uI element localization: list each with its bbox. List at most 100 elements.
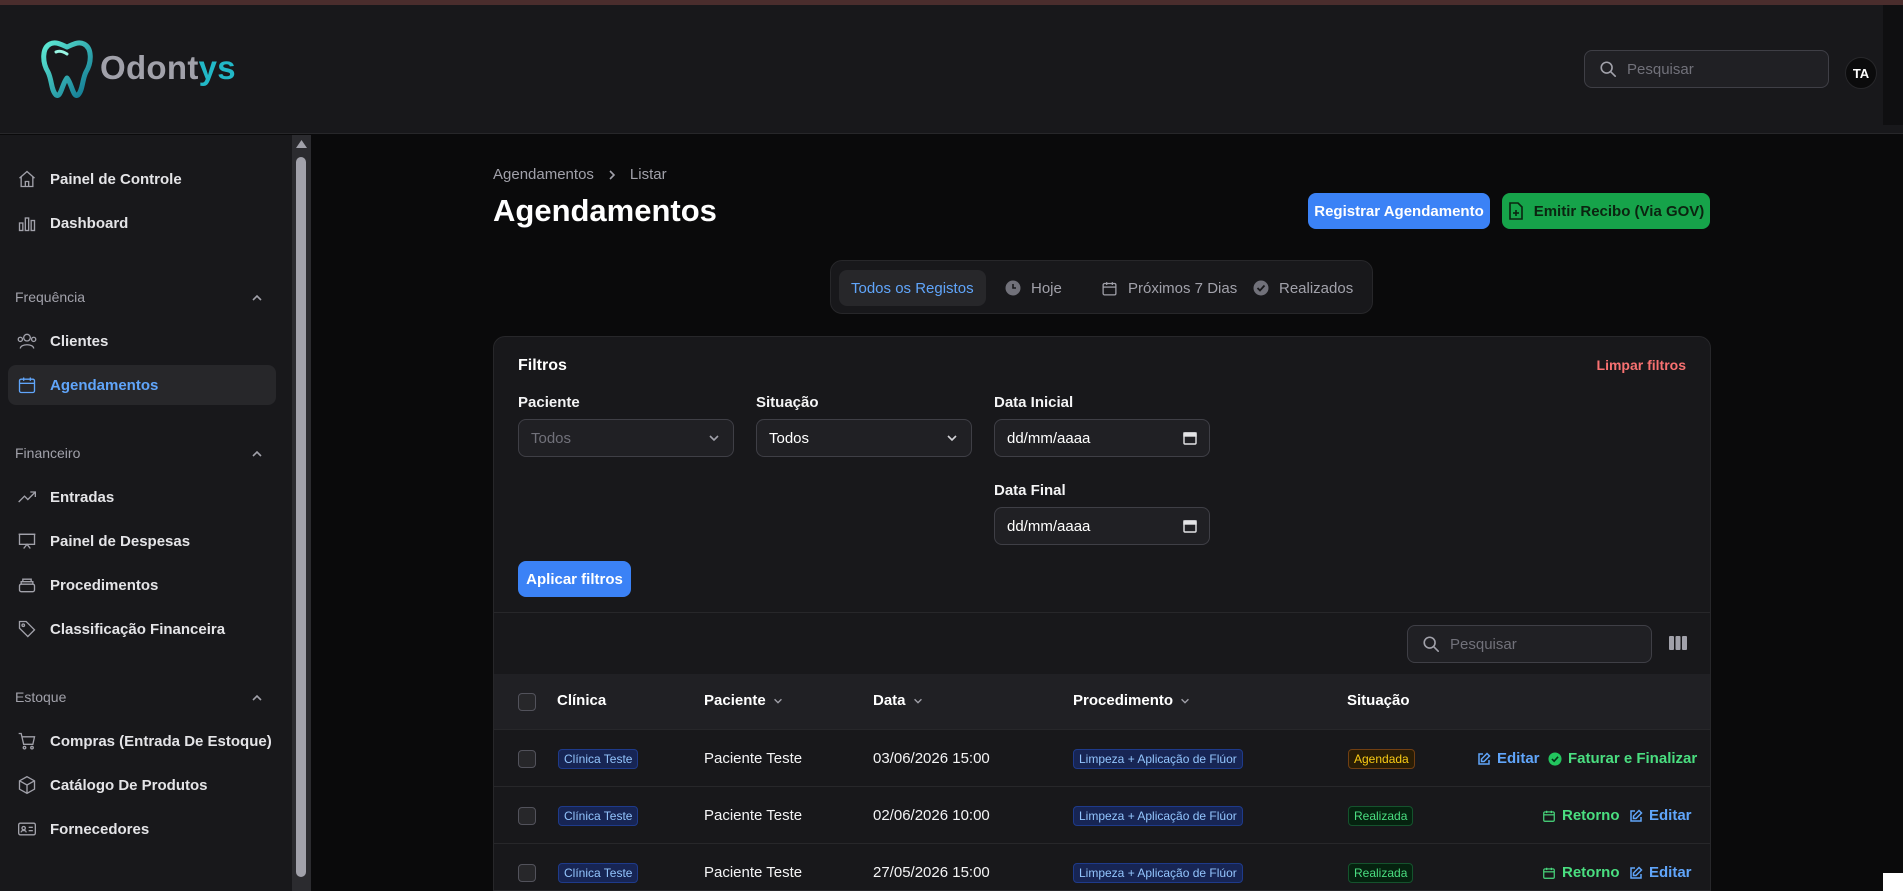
clinic-badge: Clínica Teste (558, 806, 639, 826)
appointments-card: Filtros Limpar filtros Paciente Todos Si… (493, 336, 1711, 891)
patient-cell: Paciente Teste (704, 807, 803, 824)
sidebar-item-fornecedores[interactable]: Fornecedores (8, 809, 276, 849)
tab-realizados[interactable]: Realizados (1241, 270, 1365, 306)
status-badge: Agendada (1348, 749, 1415, 769)
tab-proximos-7-dias[interactable]: Próximos 7 Dias (1089, 270, 1249, 306)
apply-filters-button[interactable]: Aplicar filtros (518, 561, 631, 597)
chevron-up-icon[interactable] (250, 447, 264, 461)
start-date-input[interactable]: dd/mm/aaaa (994, 419, 1210, 457)
top-bar: Odontys TA (0, 5, 1903, 134)
divider (494, 612, 1710, 613)
table-search-input[interactable] (1450, 635, 1630, 653)
file-plus-icon (1508, 202, 1524, 220)
column-situacao: Situação (1347, 692, 1410, 709)
clock-icon (1005, 280, 1021, 296)
sidebar-scrollbar[interactable] (292, 135, 311, 891)
return-action[interactable]: Retorno (1542, 807, 1620, 824)
status-badge: Realizada (1348, 806, 1414, 826)
table-header: Clínica Paciente Data Procedimento Situa… (494, 674, 1710, 730)
cart-icon (16, 730, 38, 752)
chevron-up-icon[interactable] (250, 691, 264, 705)
search-icon (1599, 60, 1617, 78)
clear-filters-link[interactable]: Limpar filtros (1597, 357, 1686, 373)
row-checkbox[interactable] (518, 807, 536, 825)
status-filter-label: Situação (756, 394, 819, 411)
sidebar-item-clientes[interactable]: Clientes (8, 321, 276, 361)
nav-group-estoque[interactable]: Estoque (15, 689, 66, 705)
sidebar-item-agendamentos[interactable]: Agendamentos (8, 365, 276, 405)
cube-icon (16, 774, 38, 796)
presentation-icon (16, 530, 38, 552)
patient-cell: Paciente Teste (704, 750, 803, 767)
table-row[interactable]: Clínica Teste Paciente Teste 27/05/2026 … (494, 844, 1710, 890)
column-data[interactable]: Data (873, 692, 924, 709)
sidebar-item-painel-de-controle[interactable]: Painel de Controle (8, 159, 276, 199)
emit-receipt-button[interactable]: Emitir Recibo (Via GOV) (1502, 193, 1710, 229)
date-cell: 27/05/2026 15:00 (873, 864, 990, 881)
columns-toggle-icon[interactable] (1668, 634, 1688, 652)
nav-group-financeiro[interactable]: Financeiro (15, 445, 80, 461)
calendar-icon (1542, 866, 1562, 880)
stack-icon (16, 574, 38, 596)
sidebar-item-compras[interactable]: Compras (Entrada De Estoque) (8, 721, 276, 761)
home-icon (16, 168, 38, 190)
end-date-input[interactable]: dd/mm/aaaa (994, 507, 1210, 545)
search-icon (1422, 635, 1440, 653)
sidebar-item-dashboard[interactable]: Dashboard (8, 203, 276, 243)
edit-icon (1629, 808, 1649, 823)
bill-and-finish-action[interactable]: Faturar e Finalizar (1548, 750, 1697, 767)
edit-action[interactable]: Editar (1629, 807, 1692, 824)
sidebar-item-catalogo-de-produtos[interactable]: Catálogo De Produtos (8, 765, 276, 805)
date-cell: 03/06/2026 15:00 (873, 750, 990, 767)
column-paciente[interactable]: Paciente (704, 692, 784, 709)
patient-filter-label: Paciente (518, 394, 580, 411)
date-cell: 02/06/2026 10:00 (873, 807, 990, 824)
id-card-icon (16, 818, 38, 840)
tab-todos-os-registos[interactable]: Todos os Registos (839, 270, 986, 306)
procedure-badge: Limpeza + Aplicação de Flúor (1073, 749, 1243, 769)
patient-cell: Paciente Teste (704, 864, 803, 881)
select-all-checkbox[interactable] (518, 693, 536, 711)
window-corner (1883, 873, 1903, 891)
calendar-picker-icon[interactable] (1183, 519, 1197, 533)
trending-up-icon (16, 486, 38, 508)
row-checkbox[interactable] (518, 750, 536, 768)
end-date-label: Data Final (994, 482, 1066, 499)
chevron-down-icon (707, 431, 721, 445)
sidebar-item-painel-de-despesas[interactable]: Painel de Despesas (8, 521, 276, 561)
patient-filter-select[interactable]: Todos (518, 419, 734, 457)
scrollbar-thumb[interactable] (296, 157, 306, 877)
global-search-input[interactable] (1627, 60, 1807, 78)
page-title: Agendamentos (493, 193, 717, 228)
chevron-up-icon[interactable] (250, 291, 264, 305)
breadcrumb-root[interactable]: Agendamentos (493, 166, 594, 183)
scroll-up-arrow-icon[interactable] (296, 139, 307, 149)
nav-group-frequencia[interactable]: Frequência (15, 289, 85, 305)
bar-chart-icon (16, 212, 38, 234)
table-search[interactable] (1407, 625, 1652, 663)
sidebar-item-entradas[interactable]: Entradas (8, 477, 276, 517)
row-checkbox[interactable] (518, 864, 536, 882)
edit-icon (1477, 751, 1497, 766)
status-badge: Realizada (1348, 863, 1414, 883)
tag-icon (16, 618, 38, 640)
user-avatar[interactable]: TA (1845, 57, 1877, 89)
emit-receipt-label: Emitir Recibo (Via GOV) (1533, 202, 1705, 220)
status-filter-select[interactable]: Todos (756, 419, 972, 457)
edit-action[interactable]: Editar (1629, 864, 1692, 881)
global-search[interactable] (1584, 50, 1829, 88)
return-action[interactable]: Retorno (1542, 864, 1620, 881)
edit-action[interactable]: Editar (1477, 750, 1540, 767)
procedure-badge: Limpeza + Aplicação de Flúor (1073, 863, 1243, 883)
chevron-right-icon (606, 169, 618, 181)
app-logo[interactable]: Odontys (40, 38, 236, 98)
calendar-picker-icon[interactable] (1183, 431, 1197, 445)
record-tabs: Todos os Registos Hoje Próximos 7 Dias R… (830, 260, 1373, 314)
table-row[interactable]: Clínica Teste Paciente Teste 03/06/2026 … (494, 730, 1710, 787)
column-procedimento[interactable]: Procedimento (1073, 692, 1191, 709)
register-appointment-button[interactable]: Registrar Agendamento (1308, 193, 1490, 229)
sidebar-item-procedimentos[interactable]: Procedimentos (8, 565, 276, 605)
sidebar-item-classificacao-financeira[interactable]: Classificação Financeira (8, 609, 276, 649)
tab-hoje[interactable]: Hoje (993, 270, 1074, 306)
table-row[interactable]: Clínica Teste Paciente Teste 02/06/2026 … (494, 787, 1710, 844)
